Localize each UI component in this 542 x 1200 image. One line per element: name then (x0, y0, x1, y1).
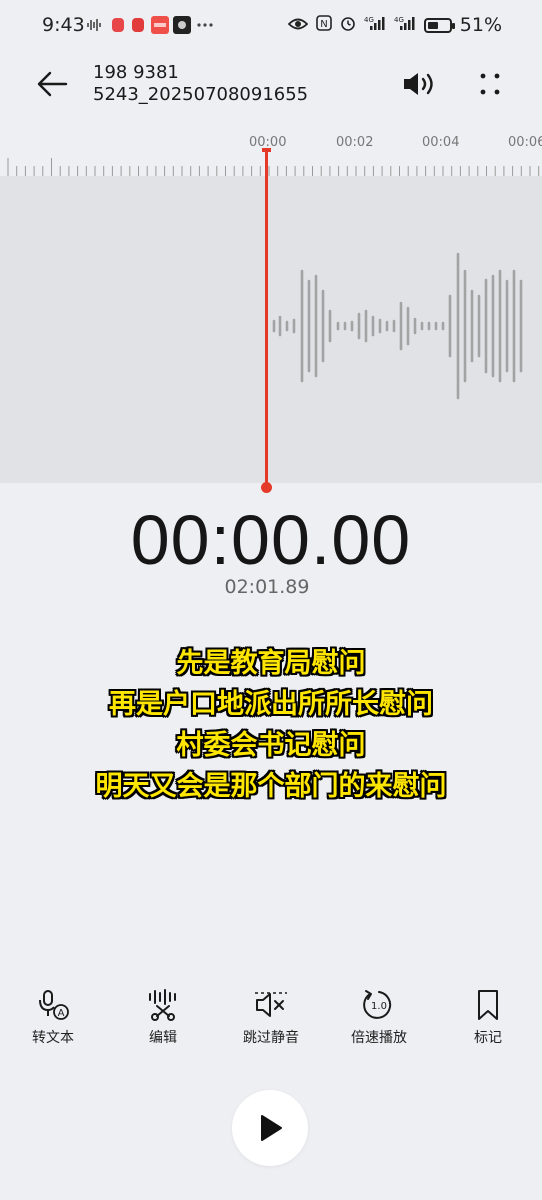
bookmark-button[interactable]: 标记 (443, 985, 533, 1047)
more-options-button[interactable] (468, 64, 512, 104)
tool-bar: A 转文本 编辑 跳过静音 1.0 倍速播放 标记 (0, 985, 542, 1055)
bookmark-icon (478, 990, 498, 1020)
speed-badge: 1.0 (371, 1001, 387, 1012)
title-line-1: 198 9381 (93, 62, 179, 83)
timeline-ruler[interactable]: 00:00 00:02 00:04 00:06 (0, 130, 542, 176)
playback-speed-icon: 1.0 (363, 990, 392, 1019)
skip-silence-icon (255, 992, 287, 1017)
edit-scissors-icon (149, 989, 176, 1021)
more-vertical-icon (480, 73, 500, 95)
battery-icon (423, 17, 455, 33)
timeline-label: 00:06 (508, 135, 542, 150)
elapsed-time: 00:00.00 (130, 501, 412, 579)
waveform-panel[interactable] (0, 176, 542, 483)
more-dots-icon (196, 16, 214, 34)
speech-to-text-icon: A (39, 990, 69, 1020)
subtitle-line: 明天又会是那个部门的来慰问 (95, 771, 447, 802)
edit-button[interactable]: 编辑 (118, 985, 208, 1047)
signal-4g-icon: 4G (364, 14, 386, 36)
app-notification-icon (130, 16, 146, 34)
nfc-icon: N (315, 14, 332, 36)
speaker-icon (404, 73, 433, 95)
tool-label: 转文本 (32, 1030, 74, 1046)
play-button[interactable] (232, 1090, 308, 1166)
app-notification-icon (151, 16, 169, 34)
status-time: 9:43 (42, 14, 85, 36)
alarm-icon (340, 14, 356, 36)
svg-text:N: N (320, 19, 327, 30)
svg-text:4G: 4G (364, 16, 374, 24)
timeline-ticks (7, 158, 540, 176)
app-notification-icon (173, 16, 191, 34)
tool-label: 编辑 (149, 1030, 177, 1046)
playhead[interactable] (265, 150, 268, 490)
playback-speed-button[interactable]: 1.0 倍速播放 (334, 985, 424, 1047)
tool-label: 倍速播放 (351, 1030, 407, 1046)
arrow-left-icon (37, 71, 68, 97)
subtitle-line: 先是教育局慰问 (176, 648, 366, 679)
speech-to-text-button[interactable]: A 转文本 (8, 985, 98, 1047)
total-duration: 02:01.89 (224, 576, 310, 598)
timeline-label: 00:04 (422, 135, 460, 150)
svg-text:A: A (58, 1008, 65, 1019)
waveform (272, 252, 523, 400)
signal-4g-icon: 4G (394, 14, 416, 36)
tool-label: 跳过静音 (243, 1030, 299, 1046)
recording-title: 198 9381 5243_20250708091655 (93, 62, 308, 106)
speaker-button[interactable] (398, 64, 442, 104)
back-button[interactable] (30, 62, 74, 106)
status-bar: 9:43 N 4G 4G 51% (0, 0, 542, 52)
skip-silence-button[interactable]: 跳过静音 (226, 985, 316, 1047)
playhead-handle[interactable] (261, 482, 272, 493)
title-line-2: 5243_20250708091655 (93, 84, 309, 105)
play-icon (261, 1115, 282, 1141)
svg-text:4G: 4G (394, 16, 404, 24)
timeline-label: 00:02 (336, 135, 374, 150)
tool-label: 标记 (474, 1030, 502, 1046)
subtitle-line: 再是户口地派出所所长慰问 (109, 689, 433, 720)
battery-percent: 51% (459, 14, 502, 36)
subtitle-overlay: 先是教育局慰问 再是户口地派出所所长慰问 村委会书记慰问 明天又会是那个部门的来… (0, 643, 542, 807)
eye-icon (287, 14, 309, 36)
subtitle-line: 村委会书记慰问 (176, 730, 366, 761)
app-notification-icon (110, 16, 126, 34)
voice-wave-icon (86, 16, 104, 34)
